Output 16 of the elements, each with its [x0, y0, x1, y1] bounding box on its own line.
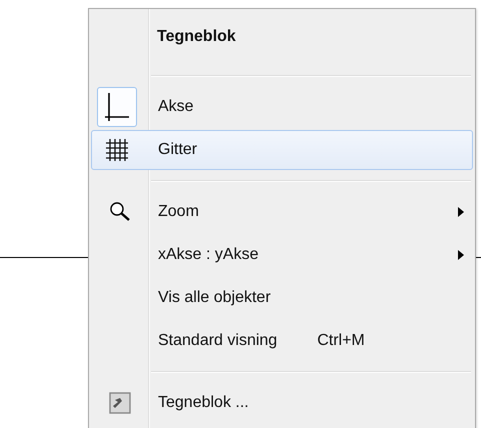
- checkbox[interactable]: [97, 87, 137, 127]
- axes-icon: [104, 92, 130, 122]
- search-icon: [108, 200, 132, 224]
- shortcut: Ctrl+M: [317, 332, 365, 350]
- menu-item[interactable]: Standard visning Ctrl+M: [91, 321, 473, 361]
- grid-icon: [106, 139, 128, 161]
- menu-item[interactable]: Vis alle objekter: [91, 278, 473, 318]
- settings-icon: [109, 392, 131, 414]
- menu-item[interactable]: Akse: [91, 87, 473, 127]
- submenu-arrow-icon: [458, 207, 464, 217]
- menu-title: Tegneblok: [156, 27, 237, 47]
- menu-item[interactable]: Tegneblok ...: [91, 383, 473, 423]
- submenu-arrow-icon: [458, 250, 464, 260]
- menu-item[interactable]: Zoom: [91, 192, 473, 232]
- menu-item[interactable]: xAkse : yAkse: [91, 235, 473, 275]
- menu-item[interactable]: Gitter: [91, 130, 473, 170]
